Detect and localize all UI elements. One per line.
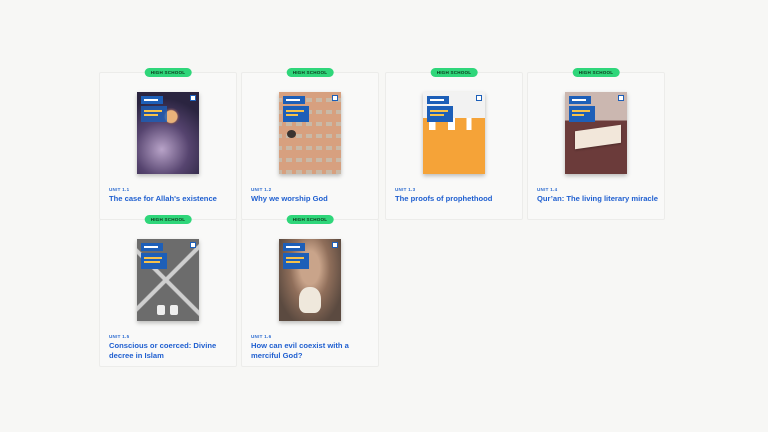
level-badge: HIGH SCHOOL — [144, 215, 192, 224]
course-card[interactable]: HIGH SCHOOL UNIT 1.4 Qur’an: The living … — [527, 68, 665, 220]
unit-label: UNIT 1.6 — [251, 334, 272, 339]
unit-label: UNIT 1.4 — [537, 187, 558, 192]
unit-label: UNIT 1.2 — [251, 187, 272, 192]
level-badge: HIGH SCHOOL — [430, 68, 478, 77]
unit-label: UNIT 1.5 — [109, 334, 130, 339]
course-title[interactable]: Why we worship God — [251, 194, 375, 204]
course-title[interactable]: How can evil coexist with a merciful God… — [251, 341, 375, 361]
galaxy-cover-icon[interactable] — [137, 92, 199, 174]
course-title[interactable]: Conscious or coerced: Divine decree in I… — [109, 341, 233, 361]
course-card[interactable]: HIGH SCHOOL UNIT 1.5 Conscious or coerce… — [99, 215, 237, 367]
book-cover-icon[interactable] — [565, 92, 627, 174]
level-badge: HIGH SCHOOL — [286, 215, 334, 224]
unit-label: UNIT 1.1 — [109, 187, 130, 192]
course-title[interactable]: Qur’an: The living literary miracle — [537, 194, 661, 204]
child-cover-icon[interactable] — [279, 239, 341, 321]
level-badge: HIGH SCHOOL — [572, 68, 620, 77]
tiles-cover-icon[interactable] — [279, 92, 341, 174]
level-badge: HIGH SCHOOL — [286, 68, 334, 77]
crossroads-cover-icon[interactable] — [137, 239, 199, 321]
course-card[interactable]: HIGH SCHOOL UNIT 1.2 Why we worship God — [241, 68, 379, 220]
course-card[interactable]: HIGH SCHOOL UNIT 1.3 The proofs of proph… — [385, 68, 523, 220]
course-title[interactable]: The case for Allah's existence — [109, 194, 233, 204]
unit-label: UNIT 1.3 — [395, 187, 416, 192]
course-title[interactable]: The proofs of prophethood — [395, 194, 519, 204]
course-card[interactable]: HIGH SCHOOL UNIT 1.1 The case for Allah'… — [99, 68, 237, 220]
course-card[interactable]: HIGH SCHOOL UNIT 1.6 How can evil coexis… — [241, 215, 379, 367]
orange-city-cover-icon[interactable] — [423, 92, 485, 174]
level-badge: HIGH SCHOOL — [144, 68, 192, 77]
